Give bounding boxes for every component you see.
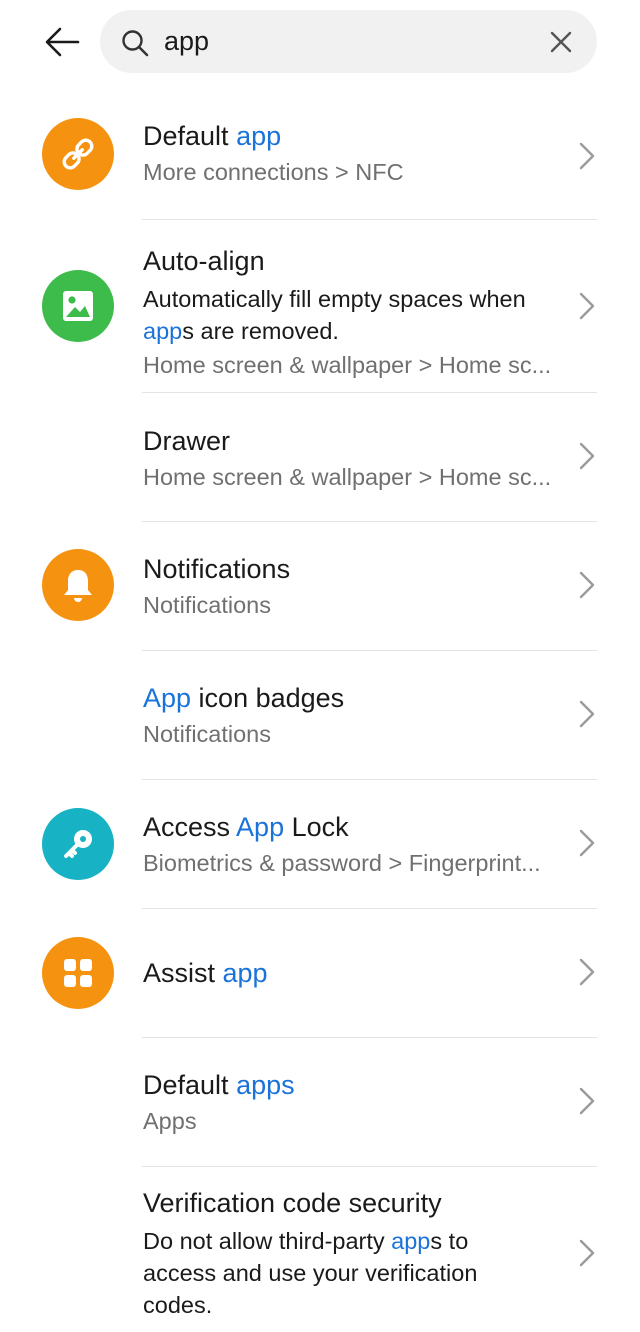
result-path: Notifications — [143, 721, 271, 747]
chevron-right-icon — [579, 829, 595, 857]
result-icon — [42, 549, 114, 621]
chevron-right-icon — [579, 1239, 595, 1267]
search-header — [0, 0, 640, 90]
result-icon — [42, 118, 114, 190]
result-title: App icon badges — [143, 683, 345, 713]
result-path: Home screen & wallpaper > Home sc... — [143, 352, 552, 378]
result-path: Home screen & wallpaper > Home sc... — [143, 464, 552, 490]
arrow-left-icon — [45, 27, 80, 57]
result-item[interactable]: Assist app — [0, 909, 640, 1038]
result-title: Default apps — [143, 1070, 295, 1100]
apps-grid-icon — [64, 959, 92, 987]
image-icon — [63, 291, 93, 321]
search-results-list: Default app More connections > NFC Auto-… — [0, 95, 640, 1318]
result-icon — [42, 270, 114, 342]
result-path: Notifications — [143, 592, 271, 618]
close-icon[interactable] — [545, 26, 577, 58]
search-bar[interactable] — [100, 10, 597, 73]
chevron-right-icon — [579, 442, 595, 470]
chevron-right-icon — [579, 700, 595, 728]
result-title: Verification code security — [143, 1188, 442, 1218]
result-description: Automatically fill empty spaces when app… — [143, 286, 526, 344]
result-icon — [42, 937, 114, 1009]
search-icon — [122, 30, 149, 57]
result-item[interactable]: Verification code security Do not allow … — [0, 1167, 640, 1318]
chevron-right-icon — [579, 958, 595, 986]
result-title: Notifications — [143, 554, 291, 584]
result-item[interactable]: Default apps Apps — [0, 1038, 640, 1167]
result-title: Drawer — [143, 426, 231, 456]
result-path: Biometrics & password > Fingerprint... — [143, 850, 541, 876]
result-item[interactable]: Access App Lock Biometrics & password > … — [0, 780, 640, 909]
back-button[interactable] — [40, 22, 84, 62]
bell-icon — [64, 570, 92, 602]
search-input[interactable] — [164, 24, 524, 58]
chevron-right-icon — [579, 1087, 595, 1115]
result-title: Access App Lock — [143, 812, 349, 842]
result-item[interactable]: Default app More connections > NFC — [0, 95, 640, 220]
chevron-right-icon — [579, 292, 595, 320]
result-description: Do not allow third-party apps to access … — [143, 1228, 478, 1318]
chevron-right-icon — [579, 571, 595, 599]
link-icon — [62, 138, 94, 170]
result-title: Auto-align — [143, 246, 265, 276]
result-item[interactable]: Notifications Notifications — [0, 522, 640, 651]
result-path: Apps — [143, 1108, 197, 1134]
result-icon — [42, 808, 114, 880]
result-title: Assist app — [143, 958, 268, 988]
result-item[interactable]: Drawer Home screen & wallpaper > Home sc… — [0, 393, 640, 522]
result-title: Default app — [143, 121, 282, 151]
result-path: More connections > NFC — [143, 159, 404, 185]
result-item[interactable]: App icon badges Notifications — [0, 651, 640, 780]
result-item[interactable]: Auto-align Automatically fill empty spac… — [0, 220, 640, 393]
chevron-right-icon — [579, 142, 595, 170]
key-icon — [64, 830, 92, 858]
